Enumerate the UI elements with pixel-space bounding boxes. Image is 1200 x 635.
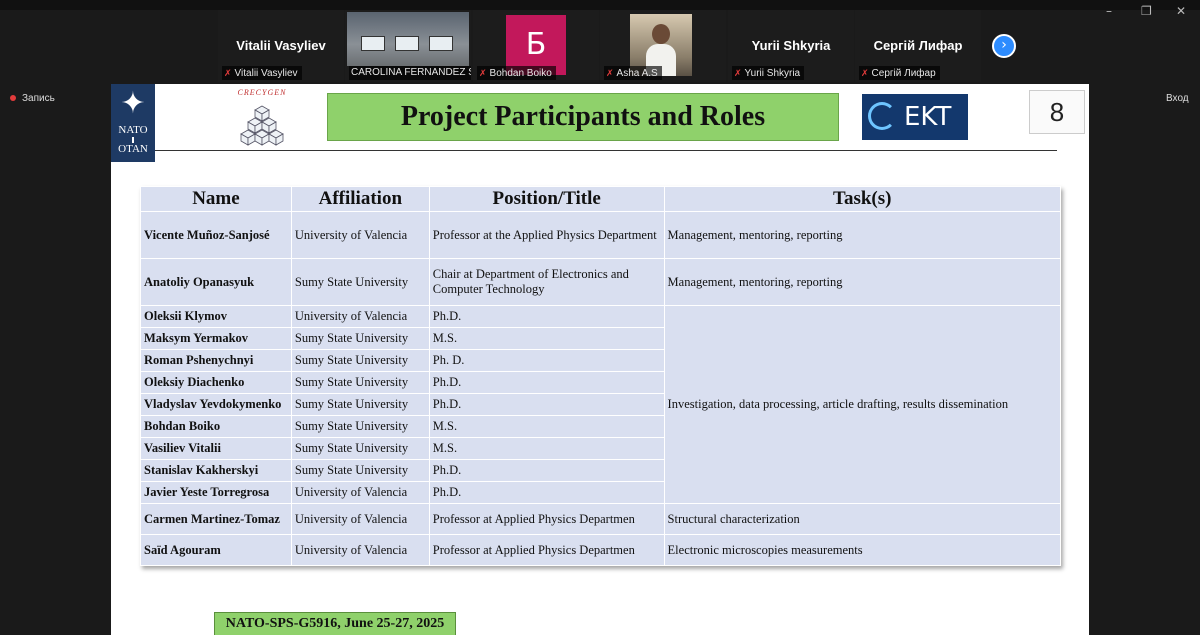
position-cell: Ph.D. <box>428 459 665 482</box>
table-header-row: Name Affiliation Position/Title Task(s) <box>140 186 1062 212</box>
participant-name-cell: Vladyslav Yevdokymenko <box>140 393 292 416</box>
position-cell: Ph.D. <box>428 371 665 394</box>
slide-title-box: Project Participants and Roles <box>327 93 839 141</box>
table-row: Vicente Muñoz-Sanjosé University of Vale… <box>140 211 1062 259</box>
participant-label: ✗ Asha A.S <box>604 66 662 80</box>
task-cell: Management, mentoring, reporting <box>663 211 1062 259</box>
task-cell-merged: Investigation, data processing, article … <box>663 305 1062 504</box>
participant-name-cell: Vasiliev Vitalii <box>140 437 292 460</box>
affiliation-cell: Sumy State University <box>290 327 430 350</box>
column-header: Task(s) <box>663 186 1062 212</box>
position-cell: M.S. <box>428 327 665 350</box>
participant-label: ✗ Yurii Shkyria <box>732 66 805 80</box>
position-cell: M.S. <box>428 415 665 438</box>
column-header: Name <box>140 186 292 212</box>
column-header: Affiliation <box>290 186 430 212</box>
crecygen-logo: CRECYGEN <box>231 88 293 150</box>
position-cell: M.S. <box>428 437 665 460</box>
participant-tile[interactable]: Yurii Shkyria ✗ Yurii Shkyria <box>728 10 854 82</box>
task-cell: Electronic microscopies measurements <box>663 534 1062 566</box>
record-icon <box>10 95 16 102</box>
position-cell: Ph.D. <box>428 481 665 504</box>
mic-muted-icon: ✗ <box>606 68 614 78</box>
participant-name: Yurii Shkyria <box>751 38 831 53</box>
ekt-logo: EKT <box>862 94 968 140</box>
participant-name: Сергій Лифар <box>873 38 963 53</box>
restore-button[interactable]: ❐ <box>1141 4 1152 18</box>
mic-muted-icon: ✗ <box>224 68 232 78</box>
participant-name: Vitalii Vasyliev <box>236 38 326 53</box>
position-cell: Ph.D. <box>428 393 665 416</box>
title-bar <box>0 0 1200 10</box>
affiliation-cell: Sumy State University <box>290 371 430 394</box>
participant-name-cell: Anatoliy Opanasyuk <box>140 258 292 306</box>
position-cell: Ph. D. <box>428 349 665 372</box>
affiliation-cell: Sumy State University <box>290 349 430 372</box>
recording-indicator[interactable]: Запись <box>10 93 55 104</box>
affiliation-cell: University of Valencia <box>290 503 430 535</box>
mic-muted-icon: ✗ <box>734 68 742 78</box>
position-cell: Chair at Department of Electronics and C… <box>428 258 665 306</box>
participant-tile[interactable]: Б ✗ Bohdan Boiko <box>473 10 599 82</box>
participant-label: ✗ Vitalii Vasyliev <box>222 66 302 80</box>
participants-table: Name Affiliation Position/Title Task(s) … <box>140 186 1062 566</box>
divider <box>155 150 1057 151</box>
participant-name-cell: Carmen Martinez-Tomaz <box>140 503 292 535</box>
affiliation-cell: University of Valencia <box>290 534 430 566</box>
participant-label: CAROLINA FERNANDEZ S... <box>349 66 471 80</box>
participant-tile[interactable]: CAROLINA FERNANDEZ S... <box>345 10 471 82</box>
mic-muted-icon: ✗ <box>861 68 869 78</box>
participant-name-cell: Oleksii Klymov <box>140 305 292 328</box>
participant-name-cell: Vicente Muñoz-Sanjosé <box>140 211 292 259</box>
affiliation-cell: Sumy State University <box>290 415 430 438</box>
affiliation-cell: Sumy State University <box>290 437 430 460</box>
compass-star-icon: ✦ <box>120 87 146 120</box>
participant-tile[interactable]: ✗ Asha A.S <box>600 10 726 82</box>
affiliation-cell: University of Valencia <box>290 481 430 504</box>
affiliation-cell: Sumy State University <box>290 258 430 306</box>
participant-tile[interactable]: Сергій Лифар ✗ Сергій Лифар <box>855 10 981 82</box>
participant-label: ✗ Bohdan Boiko <box>477 66 556 80</box>
slide-title: Project Participants and Roles <box>400 101 766 132</box>
affiliation-cell: Sumy State University <box>290 393 430 416</box>
slide-footer: NATO-SPS-G5916, June 25-27, 2025 <box>214 612 456 635</box>
task-cell: Management, mentoring, reporting <box>663 258 1062 306</box>
chevron-right-icon: › <box>1001 37 1007 53</box>
swirl-icon <box>868 102 896 130</box>
participant-name-cell: Saïd Agouram <box>140 534 292 566</box>
column-header: Position/Title <box>428 186 665 212</box>
close-button[interactable]: ✕ <box>1176 4 1186 18</box>
affiliation-cell: University of Valencia <box>290 211 430 259</box>
participant-name-cell: Javier Yeste Torregrosa <box>140 481 292 504</box>
participant-name-cell: Stanislav Kakherskyi <box>140 459 292 482</box>
affiliation-cell: Sumy State University <box>290 459 430 482</box>
table-row: Carmen Martinez-Tomaz University of Vale… <box>140 503 1062 535</box>
position-cell: Professor at Applied Physics Departmen <box>428 534 665 566</box>
table-row: Anatoliy Opanasyuk Sumy State University… <box>140 258 1062 306</box>
position-cell: Ph.D. <box>428 305 665 328</box>
nato-logo: ✦ NATO OTAN <box>111 84 155 162</box>
login-button[interactable]: Вход <box>1166 93 1189 104</box>
participant-name-cell: Oleksiy Diachenko <box>140 371 292 394</box>
next-page-button[interactable]: › <box>992 34 1016 58</box>
slide-page-number: 8 <box>1029 90 1085 134</box>
table-row: Saïd Agouram University of Valencia Prof… <box>140 534 1062 566</box>
affiliation-cell: University of Valencia <box>290 305 430 328</box>
position-cell: Professor at Applied Physics Departmen <box>428 503 665 535</box>
participant-label: ✗ Сергій Лифар <box>859 66 940 80</box>
participant-name-cell: Bohdan Boiko <box>140 415 292 438</box>
participant-tile[interactable]: Vitalii Vasyliev ✗ Vitalii Vasyliev <box>218 10 344 82</box>
mic-muted-icon: ✗ <box>479 68 487 78</box>
minimize-button[interactable]: – <box>1106 4 1112 18</box>
task-cell: Structural characterization <box>663 503 1062 535</box>
participant-name-cell: Maksym Yermakov <box>140 327 292 350</box>
table-row: Oleksii Klymov University of Valencia Ph… <box>140 305 1062 504</box>
shared-screen: ✦ NATO OTAN CRECYGEN Project Participant… <box>111 84 1089 635</box>
participant-name-cell: Roman Pshenychnyi <box>140 349 292 372</box>
position-cell: Professor at the Applied Physics Departm… <box>428 211 665 259</box>
video-feed <box>347 12 469 66</box>
